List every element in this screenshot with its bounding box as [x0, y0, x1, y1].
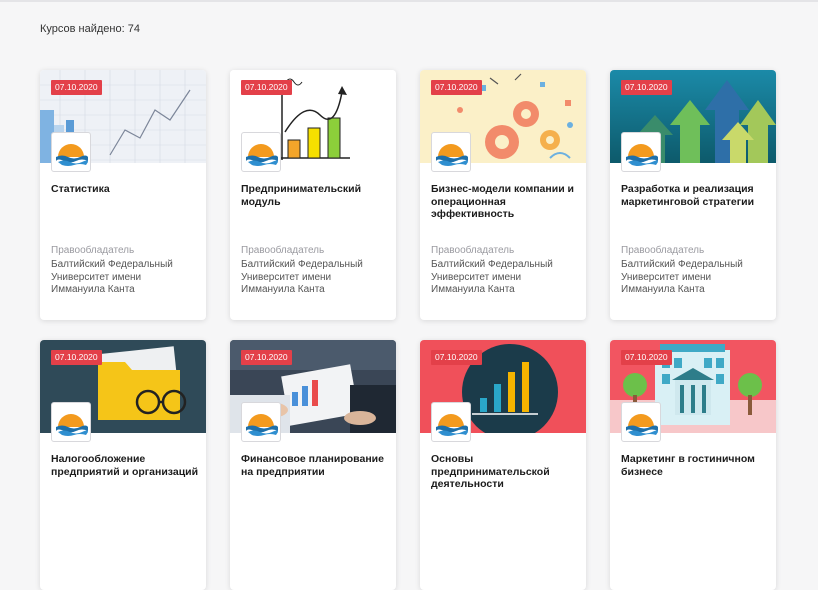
course-title[interactable]: Статистика: [51, 183, 201, 196]
courses-found-count: Курсов найдено: 74: [40, 23, 140, 35]
course-date-badge: 07.10.2020: [241, 350, 292, 365]
course-date-badge: 07.10.2020: [241, 80, 292, 95]
course-card-taxation[interactable]: 07.10.2020 Налогообложение предприятий и…: [40, 340, 206, 590]
owner-label: Правообладатель: [51, 245, 135, 256]
course-title[interactable]: Бизнес-модели компании и операционная эф…: [431, 183, 581, 221]
course-date-badge: 07.10.2020: [431, 80, 482, 95]
owner-label: Правообладатель: [241, 245, 325, 256]
course-card-business-models[interactable]: 07.10.2020 Бизнес-модели компании и опер…: [420, 70, 586, 320]
owner-name: Балтийский Федеральный Университет имени…: [621, 259, 743, 295]
university-logo: [241, 402, 281, 442]
course-title[interactable]: Финансовое планирование на предприятии: [241, 453, 391, 478]
course-date-badge: 07.10.2020: [621, 350, 672, 365]
university-logo: [431, 132, 471, 172]
course-title[interactable]: Маркетинг в гостиничном бизнесе: [621, 453, 771, 478]
course-date-badge: 07.10.2020: [51, 350, 102, 365]
course-card-marketing-strategy[interactable]: 07.10.2020 Разработка и реализация марке…: [610, 70, 776, 320]
course-title[interactable]: Налогообложение предприятий и организаци…: [51, 453, 201, 478]
university-logo: [241, 132, 281, 172]
course-date-badge: 07.10.2020: [621, 80, 672, 95]
top-divider: [0, 0, 818, 2]
course-date-badge: 07.10.2020: [431, 350, 482, 365]
course-card-hotel-marketing[interactable]: 07.10.2020 Маркетинг в гостиничном бизне…: [610, 340, 776, 590]
course-card-statistics[interactable]: 07.10.2020 Статистика Правообладатель Ба…: [40, 70, 206, 320]
owner-label: Правообладатель: [621, 245, 705, 256]
university-logo: [51, 402, 91, 442]
owner-name: Балтийский Федеральный Университет имени…: [431, 259, 553, 295]
course-title[interactable]: Предпринимательский модуль: [241, 183, 391, 208]
course-card-financial-planning[interactable]: 07.10.2020 Финансовое планирование на пр…: [230, 340, 396, 590]
owner-name: Балтийский Федеральный Университет имени…: [241, 259, 363, 295]
owner-label: Правообладатель: [431, 245, 515, 256]
course-title[interactable]: Основы предпринимательской деятельности: [431, 453, 581, 491]
university-logo: [621, 132, 661, 172]
owner-name: Балтийский Федеральный Университет имени…: [51, 259, 173, 295]
course-card-entrepreneurial-module[interactable]: 07.10.2020 Предпринимательский модуль Пр…: [230, 70, 396, 320]
course-title[interactable]: Разработка и реализация маркетинговой ст…: [621, 183, 771, 208]
course-card-entrepreneurship-basics[interactable]: 07.10.2020 Основы предпринимательской де…: [420, 340, 586, 590]
university-logo: [51, 132, 91, 172]
university-logo: [621, 402, 661, 442]
university-logo: [431, 402, 471, 442]
course-date-badge: 07.10.2020: [51, 80, 102, 95]
